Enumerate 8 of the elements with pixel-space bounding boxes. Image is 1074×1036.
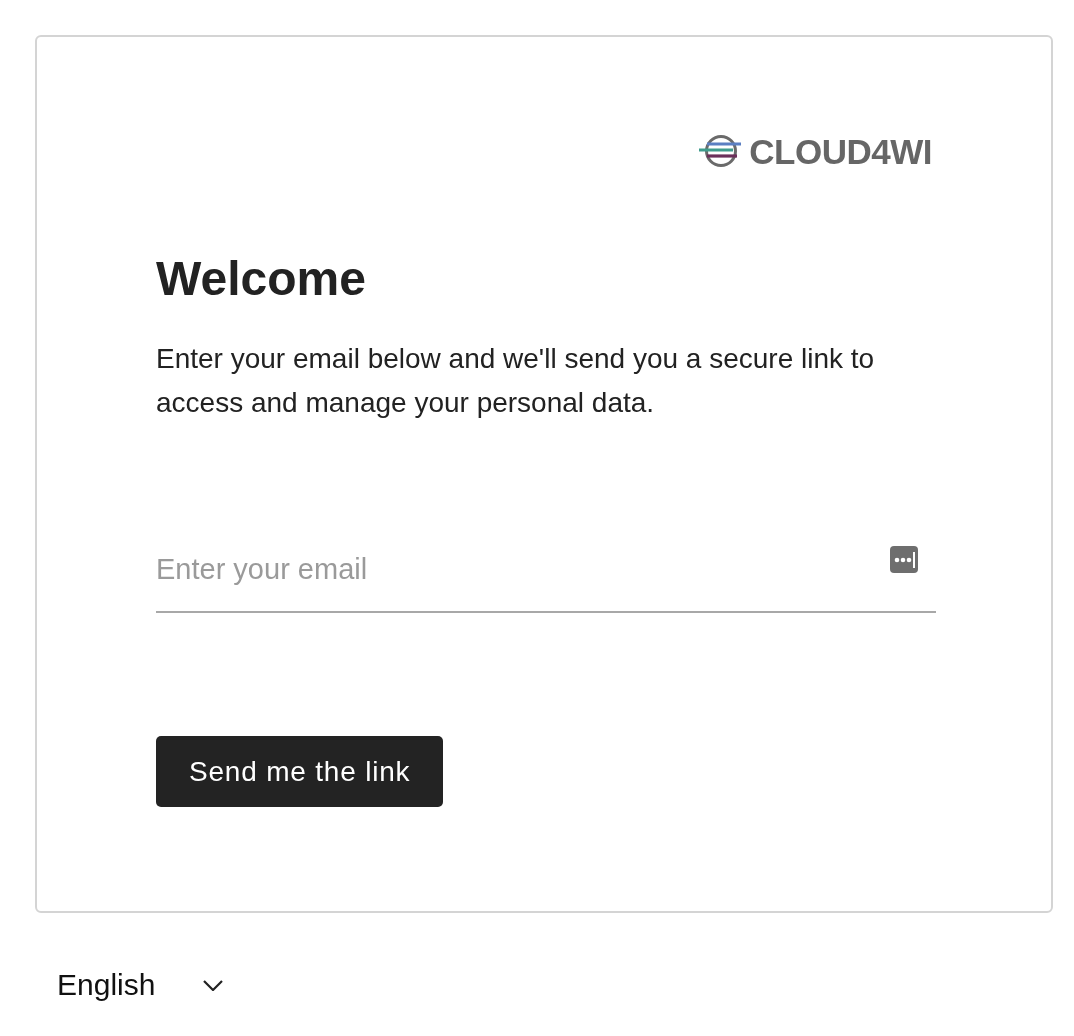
- heading: Welcome: [156, 251, 367, 307]
- logo-icon: [699, 134, 744, 168]
- send-link-button[interactable]: Send me the link: [156, 736, 444, 807]
- description-text: Enter your email below and we'll send you a secure link to access and manage your personal data.: [156, 342, 876, 420]
- logo-text: CLOUD4WI: [749, 133, 932, 169]
- password-dots-icon[interactable]: [890, 546, 918, 573]
- language-select[interactable]: English: [57, 970, 224, 1000]
- chevron-down-icon: [203, 979, 224, 991]
